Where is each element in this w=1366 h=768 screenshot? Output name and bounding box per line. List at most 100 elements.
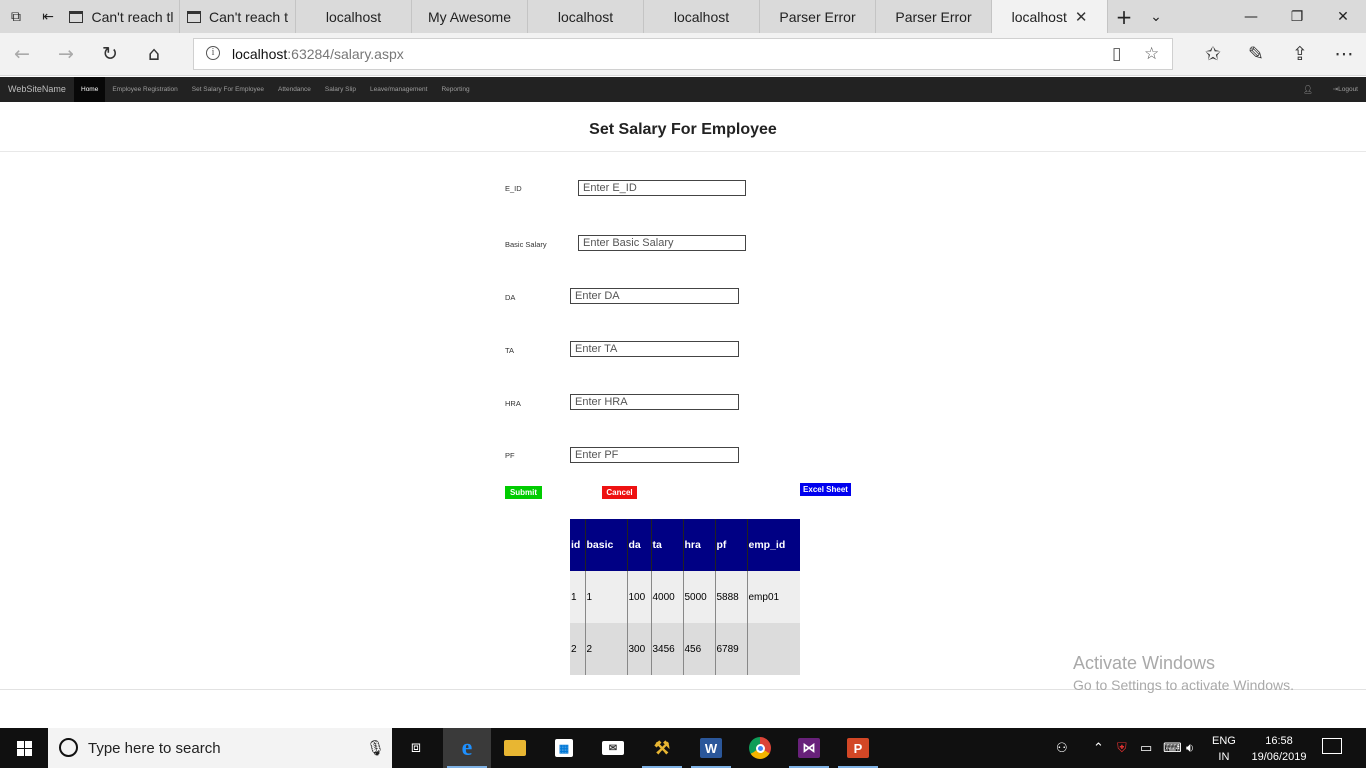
- nav-home[interactable]: Home: [74, 77, 106, 102]
- basic-salary-input[interactable]: [578, 235, 746, 251]
- nav-employee-registration[interactable]: Employee Registration: [105, 77, 184, 102]
- favorites-icon[interactable]: ✩: [1200, 42, 1226, 66]
- table-row: 2 2 300 3456 456 6789: [570, 623, 800, 675]
- browser-tab[interactable]: Parser Error: [876, 0, 992, 33]
- visual-studio-icon[interactable]: ⋈: [785, 728, 833, 768]
- url-field[interactable]: i localhost:63284/salary.aspx ▯ ☆: [193, 38, 1173, 70]
- browser-tab-strip: ⧉ ⇤ Can't reach tl Can't reach t localho…: [0, 0, 1366, 33]
- microphone-icon[interactable]: 🎙︎: [366, 739, 385, 757]
- tab-manager-icon[interactable]: ⧉: [0, 0, 32, 33]
- pf-label: PF: [505, 451, 515, 460]
- submit-button[interactable]: Submit: [505, 486, 542, 499]
- hra-label: HRA: [505, 399, 521, 408]
- site-brand[interactable]: WebSiteName: [8, 84, 66, 94]
- browser-tab[interactable]: Parser Error: [760, 0, 876, 33]
- browser-tab[interactable]: localhost: [528, 0, 644, 33]
- file-explorer-icon[interactable]: [491, 728, 539, 768]
- people-icon[interactable]: ⚇: [1056, 740, 1068, 756]
- grid-cell: [747, 623, 800, 675]
- taskbar-search[interactable]: Type here to search 🎙︎: [48, 728, 392, 768]
- windows-logo-icon: [16, 740, 32, 756]
- grid-cell: 100: [627, 571, 652, 623]
- new-tab-icon[interactable]: +: [1108, 0, 1140, 33]
- browser-tab[interactable]: localhost: [644, 0, 760, 33]
- grid-cell: 1: [585, 571, 628, 623]
- restore-icon[interactable]: ❐: [1274, 0, 1320, 33]
- pf-input[interactable]: [570, 447, 739, 463]
- mail-icon[interactable]: ✉: [589, 728, 637, 768]
- tab-preview-chevron-icon[interactable]: ⌄: [1140, 0, 1172, 33]
- browser-tab[interactable]: Can't reach tl: [64, 0, 180, 33]
- ta-label: TA: [505, 346, 515, 355]
- back-icon[interactable]: ←: [9, 42, 35, 66]
- tab-label: Can't reach t: [209, 8, 288, 25]
- clock-time: 16:58: [1265, 735, 1293, 747]
- word-icon[interactable]: W: [687, 728, 735, 768]
- home-icon[interactable]: ⌂: [141, 42, 167, 66]
- tab-label: Parser Error: [895, 8, 972, 25]
- close-window-icon[interactable]: ✕: [1320, 0, 1366, 33]
- input-language[interactable]: ENG IN: [1212, 733, 1236, 765]
- cancel-button[interactable]: Cancel: [602, 486, 637, 499]
- browser-tab-active[interactable]: localhost ✕: [992, 0, 1108, 33]
- more-menu-icon[interactable]: ⋯: [1331, 42, 1357, 66]
- favorite-star-icon[interactable]: ☆: [1144, 44, 1159, 64]
- battery-icon[interactable]: ▭: [1140, 740, 1152, 756]
- grid-header: hra: [683, 519, 716, 571]
- reading-view-icon[interactable]: ▯: [1112, 44, 1121, 64]
- nav-leave-management[interactable]: Leave/management: [363, 77, 434, 102]
- powerpoint-icon[interactable]: P: [834, 728, 882, 768]
- cortana-icon: [59, 738, 78, 757]
- store-icon[interactable]: ▦: [540, 728, 588, 768]
- eid-label: E_ID: [505, 184, 522, 193]
- eid-input[interactable]: [578, 180, 746, 196]
- action-center-icon[interactable]: [1322, 738, 1342, 754]
- forward-icon[interactable]: →: [53, 42, 79, 66]
- hra-input[interactable]: [570, 394, 739, 410]
- taskbar: Type here to search 🎙︎ ⧈ e ▦ ✉ ⚒ W ⋈ P ⚇…: [0, 728, 1366, 768]
- browser-tab[interactable]: Can't reach t: [180, 0, 296, 33]
- clock[interactable]: 16:58 19/06/2019: [1250, 733, 1308, 765]
- refresh-icon[interactable]: ↻: [97, 42, 123, 66]
- page-icon: [69, 10, 84, 23]
- tab-label: localhost: [1011, 8, 1067, 25]
- tab-label: My Awesome: [428, 8, 511, 25]
- divider: [0, 151, 1366, 152]
- set-tabs-aside-icon[interactable]: ⇤: [32, 0, 64, 33]
- volume-icon[interactable]: 🔉︎: [1186, 740, 1194, 756]
- activate-windows-subtitle: Go to Settings to activate Windows.: [1073, 677, 1294, 693]
- grid-cell: 456: [683, 623, 716, 675]
- site-info-icon[interactable]: i: [206, 46, 220, 60]
- clock-date: 19/06/2019: [1251, 751, 1307, 763]
- web-note-icon[interactable]: ✎: [1243, 42, 1269, 66]
- chrome-icon[interactable]: [736, 728, 784, 768]
- nav-reporting[interactable]: Reporting: [434, 77, 476, 102]
- network-icon[interactable]: ⌨: [1163, 740, 1182, 756]
- security-shield-icon[interactable]: ⛨: [1117, 740, 1127, 756]
- tab-label: Parser Error: [779, 8, 856, 25]
- ta-input[interactable]: [570, 341, 739, 357]
- logout-link[interactable]: ⇥Logout: [1333, 85, 1358, 93]
- tools-icon[interactable]: ⚒: [638, 728, 686, 768]
- table-row: 1 1 100 4000 5000 5888 emp01: [570, 571, 800, 623]
- nav-set-salary[interactable]: Set Salary For Employee: [185, 77, 271, 102]
- browser-tab[interactable]: localhost: [296, 0, 412, 33]
- da-input[interactable]: [570, 288, 739, 304]
- browser-tab[interactable]: My Awesome: [412, 0, 528, 33]
- grid-header: basic: [585, 519, 628, 571]
- share-icon[interactable]: ⇪: [1287, 42, 1313, 66]
- edge-app-icon[interactable]: e: [443, 728, 491, 768]
- page-icon: [187, 10, 202, 23]
- tab-label: localhost: [325, 8, 382, 25]
- task-view-icon[interactable]: ⧈: [392, 728, 440, 768]
- minimize-icon[interactable]: —: [1228, 0, 1274, 33]
- excel-sheet-button[interactable]: Excel Sheet: [800, 483, 851, 496]
- nav-attendance[interactable]: Attendance: [271, 77, 318, 102]
- grid-header: ta: [651, 519, 684, 571]
- show-hidden-icons-chevron-icon[interactable]: ⌃: [1093, 740, 1104, 756]
- nav-salary-slip[interactable]: Salary Slip: [318, 77, 363, 102]
- user-icon[interactable]: 👤︎: [1303, 85, 1313, 94]
- start-button[interactable]: [0, 728, 48, 768]
- close-tab-icon[interactable]: ✕: [1075, 8, 1088, 26]
- url-text: localhost:63284/salary.aspx: [232, 46, 404, 62]
